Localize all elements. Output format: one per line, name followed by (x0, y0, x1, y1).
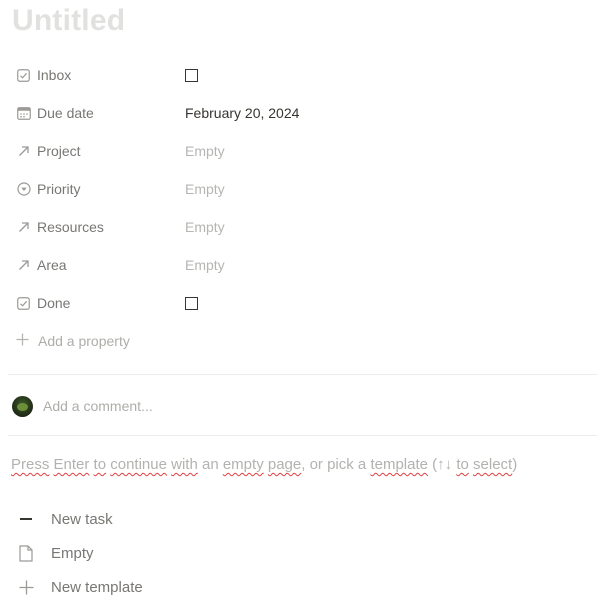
property-name-resources[interactable]: Resources (16, 219, 104, 235)
template-hint: Press Enter to continue with an empty pa… (11, 456, 517, 473)
add-property-row: Add a property (0, 322, 597, 360)
hint-word: Enter (53, 456, 90, 473)
done-checkbox[interactable] (185, 296, 198, 310)
area-value[interactable]: Empty (185, 257, 225, 273)
comment-input[interactable]: Add a comment... (43, 398, 153, 414)
hint-word: select (473, 456, 513, 473)
template-label: New task (51, 510, 113, 528)
divider (8, 374, 597, 375)
property-name-due-date[interactable]: Due date (16, 105, 94, 121)
page-icon (17, 544, 35, 562)
relation-arrow-icon (16, 220, 31, 235)
priority-value[interactable]: Empty (185, 181, 225, 197)
property-label: Area (37, 257, 67, 273)
page-title[interactable]: Untitled (12, 4, 125, 38)
select-icon (16, 182, 31, 197)
property-row-project: Project Empty (0, 132, 597, 170)
relation-arrow-icon (16, 258, 31, 273)
checkbox-icon (16, 296, 31, 311)
hint-word: continue (110, 456, 167, 473)
hint-word: to (93, 456, 107, 473)
hint-word: page (267, 456, 302, 473)
template-label: Empty (51, 544, 94, 562)
hint-text: an (197, 456, 223, 473)
property-name-project[interactable]: Project (16, 143, 81, 159)
hint-text: , or pick a (301, 456, 371, 473)
hint-word: Press (11, 456, 50, 473)
inbox-checkbox[interactable] (185, 68, 198, 82)
property-label: Due date (37, 105, 94, 121)
calendar-icon (16, 106, 31, 121)
task-page: Untitled Inbox Due date February 20, 202… (0, 0, 597, 610)
add-property-button[interactable]: Add a property (16, 333, 130, 349)
property-label: Priority (37, 181, 81, 197)
comment-row: Add a comment... (12, 394, 153, 418)
hint-word: with (171, 456, 198, 473)
hint-word: to (456, 456, 469, 473)
property-row-inbox: Inbox (0, 56, 597, 94)
template-item-new-template[interactable]: New template (0, 570, 597, 604)
property-row-due-date: Due date February 20, 2024 (0, 94, 597, 132)
properties-panel: Inbox Due date February 20, 2024 Project (0, 56, 597, 360)
avatar (12, 395, 33, 417)
property-label: Inbox (37, 67, 72, 83)
template-label: New template (51, 578, 143, 596)
property-row-area: Area Empty (0, 246, 597, 284)
add-property-label: Add a property (38, 333, 130, 349)
property-label: Resources (37, 219, 104, 235)
hint-word: template (370, 456, 428, 473)
divider (8, 435, 597, 436)
property-name-priority[interactable]: Priority (16, 181, 81, 197)
property-name-inbox[interactable]: Inbox (16, 67, 71, 83)
checkbox-icon (16, 68, 31, 83)
property-row-priority: Priority Empty (0, 170, 597, 208)
plus-icon (17, 578, 35, 596)
hint-word: empty (222, 456, 264, 473)
template-item-new-task[interactable]: New task (0, 502, 597, 536)
property-name-done[interactable]: Done (16, 295, 70, 311)
due-date-value[interactable]: February 20, 2024 (185, 105, 299, 121)
template-list: New task Empty New template (0, 502, 597, 604)
property-label: Done (37, 295, 71, 311)
property-row-done: Done (0, 284, 597, 322)
property-label: Project (37, 143, 81, 159)
relation-arrow-icon (16, 144, 31, 159)
property-name-area[interactable]: Area (16, 257, 67, 273)
project-value[interactable]: Empty (185, 143, 225, 159)
hint-text: (↑↓ (428, 456, 457, 473)
plus-icon (16, 333, 29, 349)
template-item-empty[interactable]: Empty (0, 536, 597, 570)
dash-icon (17, 510, 35, 528)
property-row-resources: Resources Empty (0, 208, 597, 246)
hint-text: ) (512, 456, 518, 473)
resources-value[interactable]: Empty (185, 219, 225, 235)
